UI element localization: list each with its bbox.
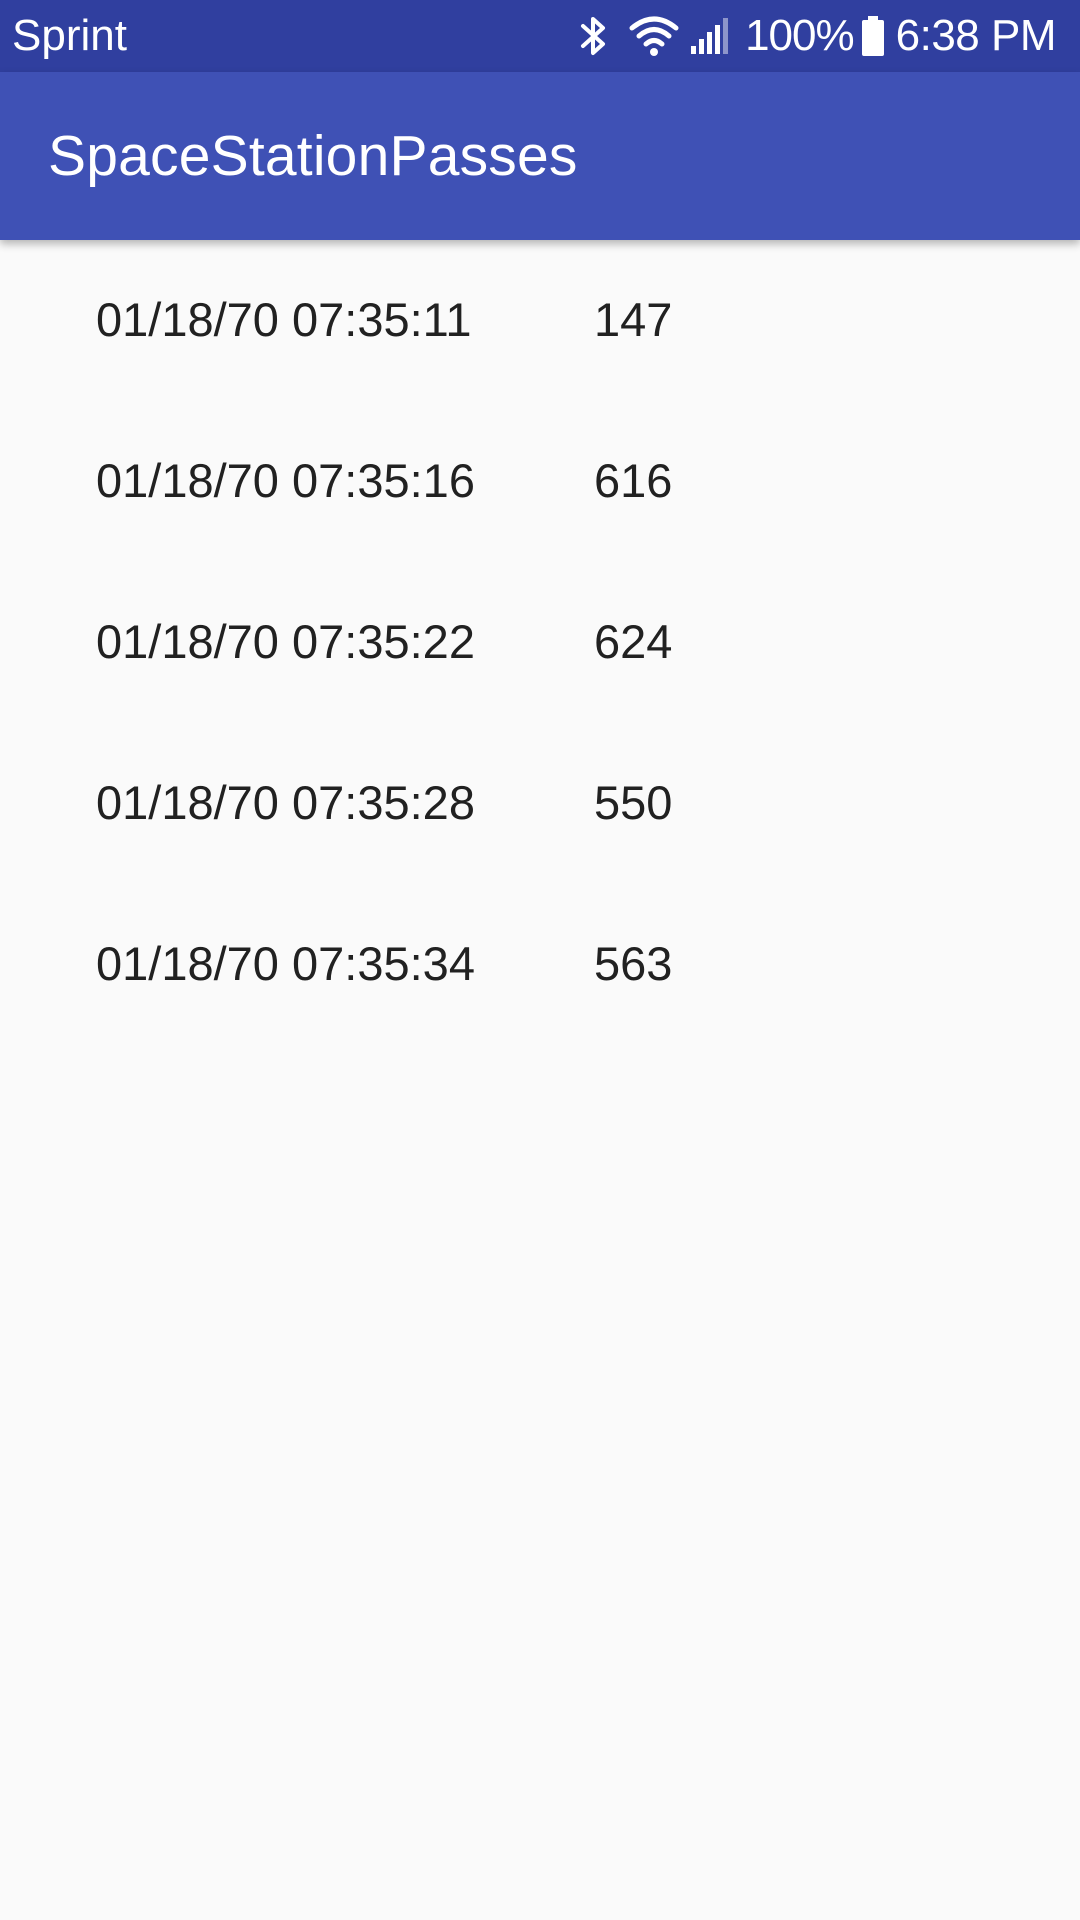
app-title: SpaceStationPasses bbox=[48, 124, 578, 188]
status-icons: 100% 6:38 PM bbox=[573, 0, 1057, 72]
pass-datetime: 01/18/70 07:35:16 bbox=[96, 454, 475, 507]
pass-duration: 147 bbox=[594, 293, 673, 346]
pass-list-item[interactable]: 01/18/70 07:35:11 147 bbox=[0, 240, 1080, 401]
battery-icon bbox=[860, 14, 886, 58]
pass-duration: 624 bbox=[594, 615, 673, 668]
pass-datetime: 01/18/70 07:35:34 bbox=[96, 937, 475, 990]
wifi-icon bbox=[629, 14, 679, 58]
carrier-name: Sprint bbox=[12, 11, 127, 60]
clock: 6:38 PM bbox=[895, 11, 1057, 60]
pass-list-item[interactable]: 01/18/70 07:35:16 616 bbox=[0, 401, 1080, 562]
status-bar: Sprint 100% 6:38 PM bbox=[0, 0, 1080, 72]
pass-duration: 550 bbox=[594, 776, 673, 829]
bluetooth-icon bbox=[573, 12, 613, 60]
pass-duration: 616 bbox=[594, 454, 673, 507]
app-bar: SpaceStationPasses bbox=[0, 72, 1080, 240]
cell-signal-icon bbox=[689, 16, 731, 56]
pass-list-item[interactable]: 01/18/70 07:35:34 563 bbox=[0, 884, 1080, 1045]
pass-datetime: 01/18/70 07:35:28 bbox=[96, 776, 475, 829]
pass-list-item[interactable]: 01/18/70 07:35:28 550 bbox=[0, 723, 1080, 884]
battery-percent: 100% bbox=[745, 11, 855, 60]
pass-list-item[interactable]: 01/18/70 07:35:22 624 bbox=[0, 562, 1080, 723]
pass-list[interactable]: 01/18/70 07:35:11 147 01/18/70 07:35:16 … bbox=[0, 240, 1080, 1045]
pass-duration: 563 bbox=[594, 937, 673, 990]
pass-datetime: 01/18/70 07:35:11 bbox=[96, 293, 472, 346]
pass-datetime: 01/18/70 07:35:22 bbox=[96, 615, 475, 668]
